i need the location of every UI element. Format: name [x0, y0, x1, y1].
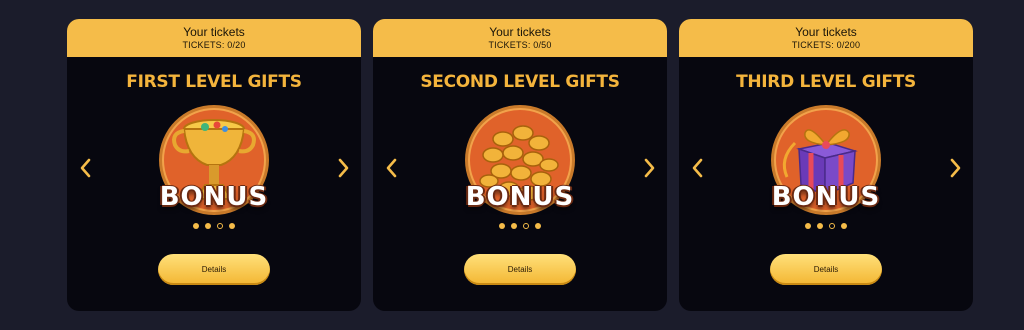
- tickets-header: Your tickets TICKETS: 0/50: [373, 19, 667, 57]
- tickets-header-title: Your tickets: [183, 25, 245, 39]
- gift-level-title: THIRD LEVEL GIFTS: [736, 72, 916, 92]
- pagination-dot[interactable]: [523, 223, 529, 229]
- carousel-pagination: [373, 223, 667, 231]
- carousel-pagination: [67, 223, 361, 231]
- chevron-left-icon[interactable]: [689, 157, 707, 179]
- pagination-dot[interactable]: [817, 223, 823, 229]
- pagination-dot[interactable]: [805, 223, 811, 229]
- tickets-header-title: Your tickets: [795, 25, 857, 39]
- pagination-dot[interactable]: [217, 223, 223, 229]
- carousel-pagination: [679, 223, 973, 231]
- gift-card-second-level: Your tickets TICKETS: 0/50 SECOND LEVEL …: [373, 19, 667, 311]
- tickets-count: TICKETS: 0/20: [182, 40, 246, 50]
- tickets-header: Your tickets TICKETS: 0/20: [67, 19, 361, 57]
- pagination-dot[interactable]: [205, 223, 211, 229]
- chevron-right-icon[interactable]: [946, 157, 964, 179]
- tickets-header: Your tickets TICKETS: 0/200: [679, 19, 973, 57]
- bonus-label: BONUS: [465, 182, 575, 212]
- bonus-label: BONUS: [159, 182, 269, 212]
- chevron-right-icon[interactable]: [334, 157, 352, 179]
- bonus-label: BONUS: [771, 182, 881, 212]
- chevron-right-icon[interactable]: [640, 157, 658, 179]
- chevron-left-icon[interactable]: [383, 157, 401, 179]
- gift-card-first-level: Your tickets TICKETS: 0/20 FIRST LEVEL G…: [67, 19, 361, 311]
- pagination-dot[interactable]: [193, 223, 199, 229]
- details-button[interactable]: Details: [464, 254, 576, 285]
- tickets-header-title: Your tickets: [489, 25, 551, 39]
- gift-card-third-level: Your tickets TICKETS: 0/200 THIRD LEVEL …: [679, 19, 973, 311]
- pagination-dot[interactable]: [841, 223, 847, 229]
- pagination-dot[interactable]: [499, 223, 505, 229]
- gift-level-title: FIRST LEVEL GIFTS: [126, 72, 302, 92]
- chevron-left-icon[interactable]: [77, 157, 95, 179]
- gift-level-title: SECOND LEVEL GIFTS: [420, 72, 620, 92]
- gift-levels-carousel-row: Your tickets TICKETS: 0/20 FIRST LEVEL G…: [0, 0, 1024, 330]
- pagination-dot[interactable]: [829, 223, 835, 229]
- details-button[interactable]: Details: [158, 254, 270, 285]
- tickets-count: TICKETS: 0/50: [488, 40, 552, 50]
- tickets-count: TICKETS: 0/200: [791, 40, 861, 50]
- pagination-dot[interactable]: [229, 223, 235, 229]
- pagination-dot[interactable]: [511, 223, 517, 229]
- pagination-dot[interactable]: [535, 223, 541, 229]
- details-button[interactable]: Details: [770, 254, 882, 285]
